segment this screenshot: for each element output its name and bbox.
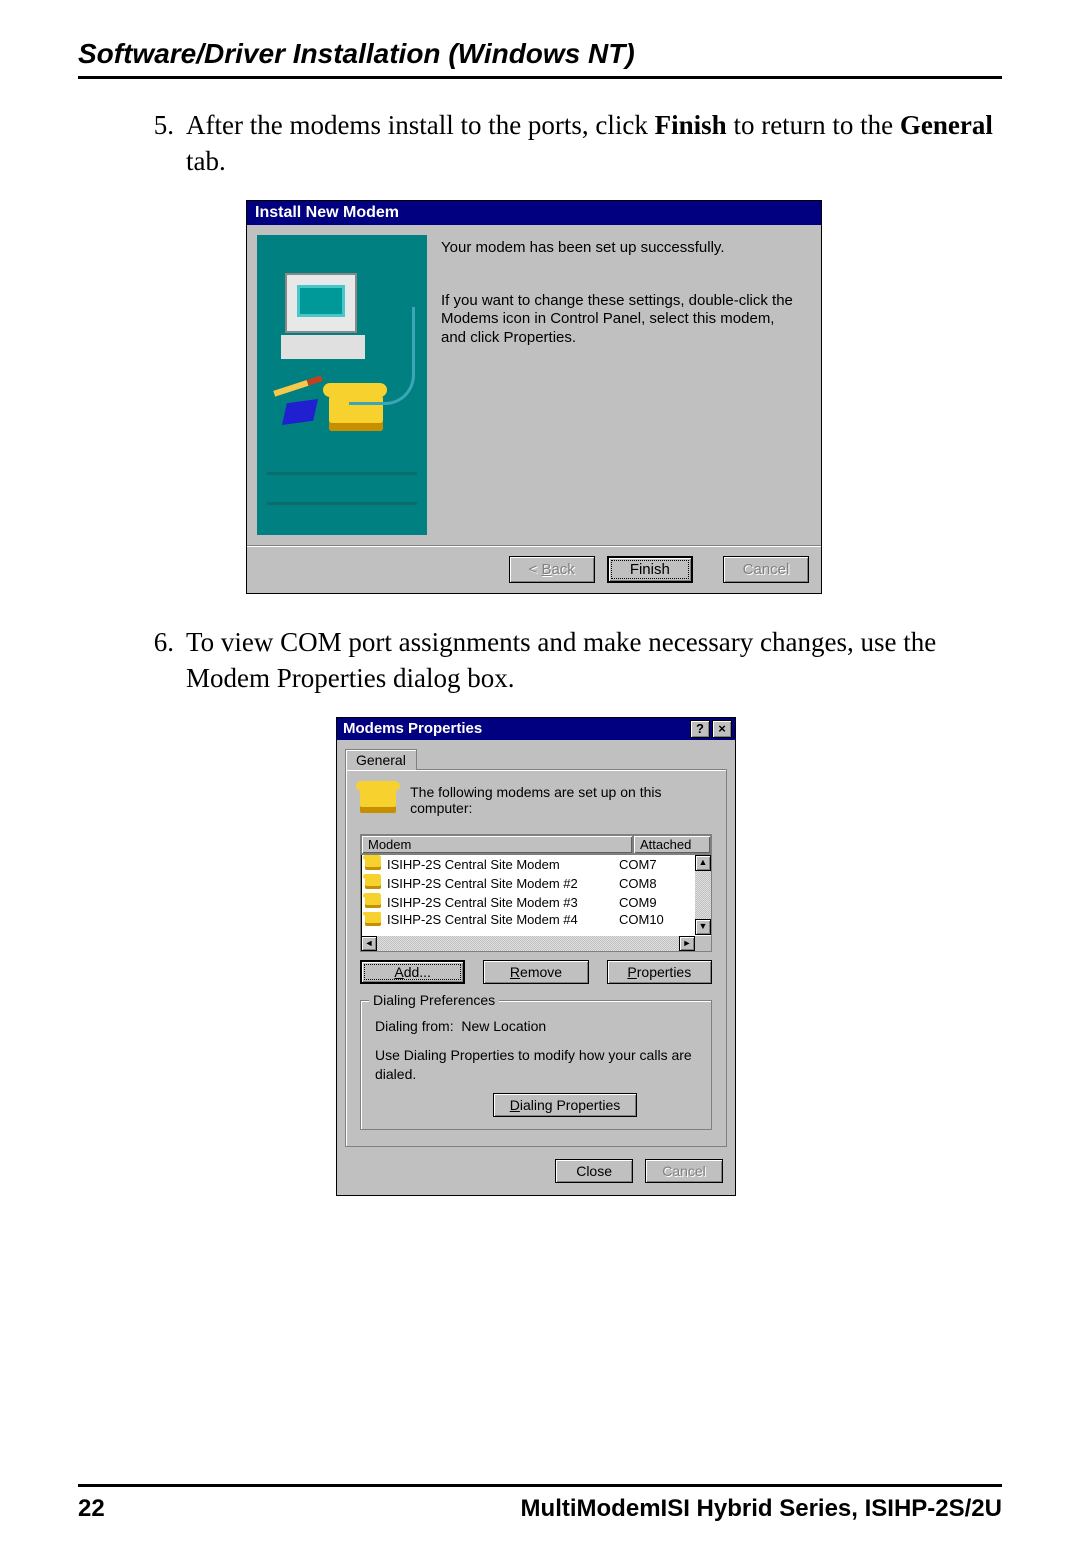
page-number: 22 [78, 1495, 105, 1523]
step-body: To view COM port assignments and make ne… [186, 624, 1002, 697]
back-button: < Back [509, 556, 595, 583]
modem-icon [365, 896, 381, 908]
content: 5. After the modems install to the ports… [78, 107, 1002, 1458]
properties-button[interactable]: Properties [607, 960, 712, 984]
list-rows: ISIHP-2S Central Site Modem COM7 ISIHP-2… [361, 855, 695, 935]
modems-properties-dialog: Modems Properties ? × General The follow… [336, 717, 736, 1197]
dialog-buttons: < Back Finish Cancel [247, 545, 821, 593]
modem-icon [365, 858, 381, 870]
list-item[interactable]: ISIHP-2S Central Site Modem #2 COM8 [361, 874, 695, 893]
step-body: After the modems install to the ports, c… [186, 107, 1002, 180]
tab-general[interactable]: General [345, 749, 417, 770]
finish-button[interactable]: Finish [607, 556, 693, 583]
dialog-title: Modems Properties [343, 720, 688, 737]
install-new-modem-dialog: Install New Modem Your modem has been se… [246, 200, 822, 594]
close-button[interactable]: × [712, 720, 732, 738]
dialing-properties-button[interactable]: Dialing Properties [493, 1093, 637, 1117]
tab-panel: The following modems are set up on this … [345, 769, 727, 1148]
dialog-titlebar: Modems Properties ? × [337, 718, 735, 740]
dialog-titlebar: Install New Modem [247, 201, 821, 225]
dialing-hint: Use Dialing Properties to modify how you… [375, 1046, 697, 1084]
dialog-text: Your modem has been set up successfully.… [437, 225, 821, 545]
modem-icon [360, 787, 396, 813]
instructions-line: If you want to change these settings, do… [441, 292, 803, 348]
panel-header: The following modems are set up on this … [360, 784, 712, 816]
page-footer: 22 MultiModemISI Hybrid Series, ISIHP-2S… [78, 1484, 1002, 1523]
col-attached[interactable]: Attached [633, 835, 711, 854]
remove-button[interactable]: Remove [483, 960, 588, 984]
list-item[interactable]: ISIHP-2S Central Site Modem COM7 [361, 855, 695, 874]
modem-icon [365, 914, 381, 926]
modem-listbox[interactable]: Modem Attached ISIHP-2S Central Site Mod… [360, 834, 712, 952]
list-item[interactable]: ISIHP-2S Central Site Modem #4 COM10 [361, 912, 695, 928]
step-number: 6. [138, 624, 186, 697]
list-header: Modem Attached [361, 835, 711, 855]
step-6: 6. To view COM port assignments and make… [138, 624, 1002, 697]
vertical-scrollbar[interactable]: ▲ ▼ [695, 855, 711, 935]
wizard-illustration [257, 235, 427, 535]
list-buttons: Add... Remove Properties [360, 960, 712, 984]
section-title: Software/Driver Installation (Windows NT… [78, 38, 1002, 79]
cancel-button: Cancel [645, 1159, 723, 1183]
scroll-left-icon[interactable]: ◄ [361, 936, 377, 951]
dialog-footer-buttons: Close Cancel [337, 1155, 735, 1195]
dialing-from: Dialing from: New Location [375, 1017, 697, 1036]
success-line: Your modem has been set up successfully. [441, 239, 803, 258]
step-5: 5. After the modems install to the ports… [138, 107, 1002, 180]
modem-icon [365, 877, 381, 889]
tabstrip: General [337, 740, 735, 769]
footer-title: MultiModemISI Hybrid Series, ISIHP-2S/2U [521, 1495, 1002, 1523]
panel-intro: The following modems are set up on this … [410, 784, 712, 816]
help-button[interactable]: ? [690, 720, 710, 738]
col-modem[interactable]: Modem [361, 835, 633, 854]
scroll-up-icon[interactable]: ▲ [695, 855, 711, 871]
group-label: Dialing Preferences [369, 992, 499, 1008]
cancel-button: Cancel [723, 556, 809, 583]
horizontal-scrollbar[interactable]: ◄ ► [361, 936, 695, 951]
step-number: 5. [138, 107, 186, 180]
scroll-right-icon[interactable]: ► [679, 936, 695, 951]
add-button[interactable]: Add... [360, 960, 465, 984]
scroll-down-icon[interactable]: ▼ [695, 919, 711, 935]
dialing-preferences-group: Dialing Preferences Dialing from: New Lo… [360, 1000, 712, 1131]
close-button[interactable]: Close [555, 1159, 633, 1183]
list-item[interactable]: ISIHP-2S Central Site Modem #3 COM9 [361, 893, 695, 912]
